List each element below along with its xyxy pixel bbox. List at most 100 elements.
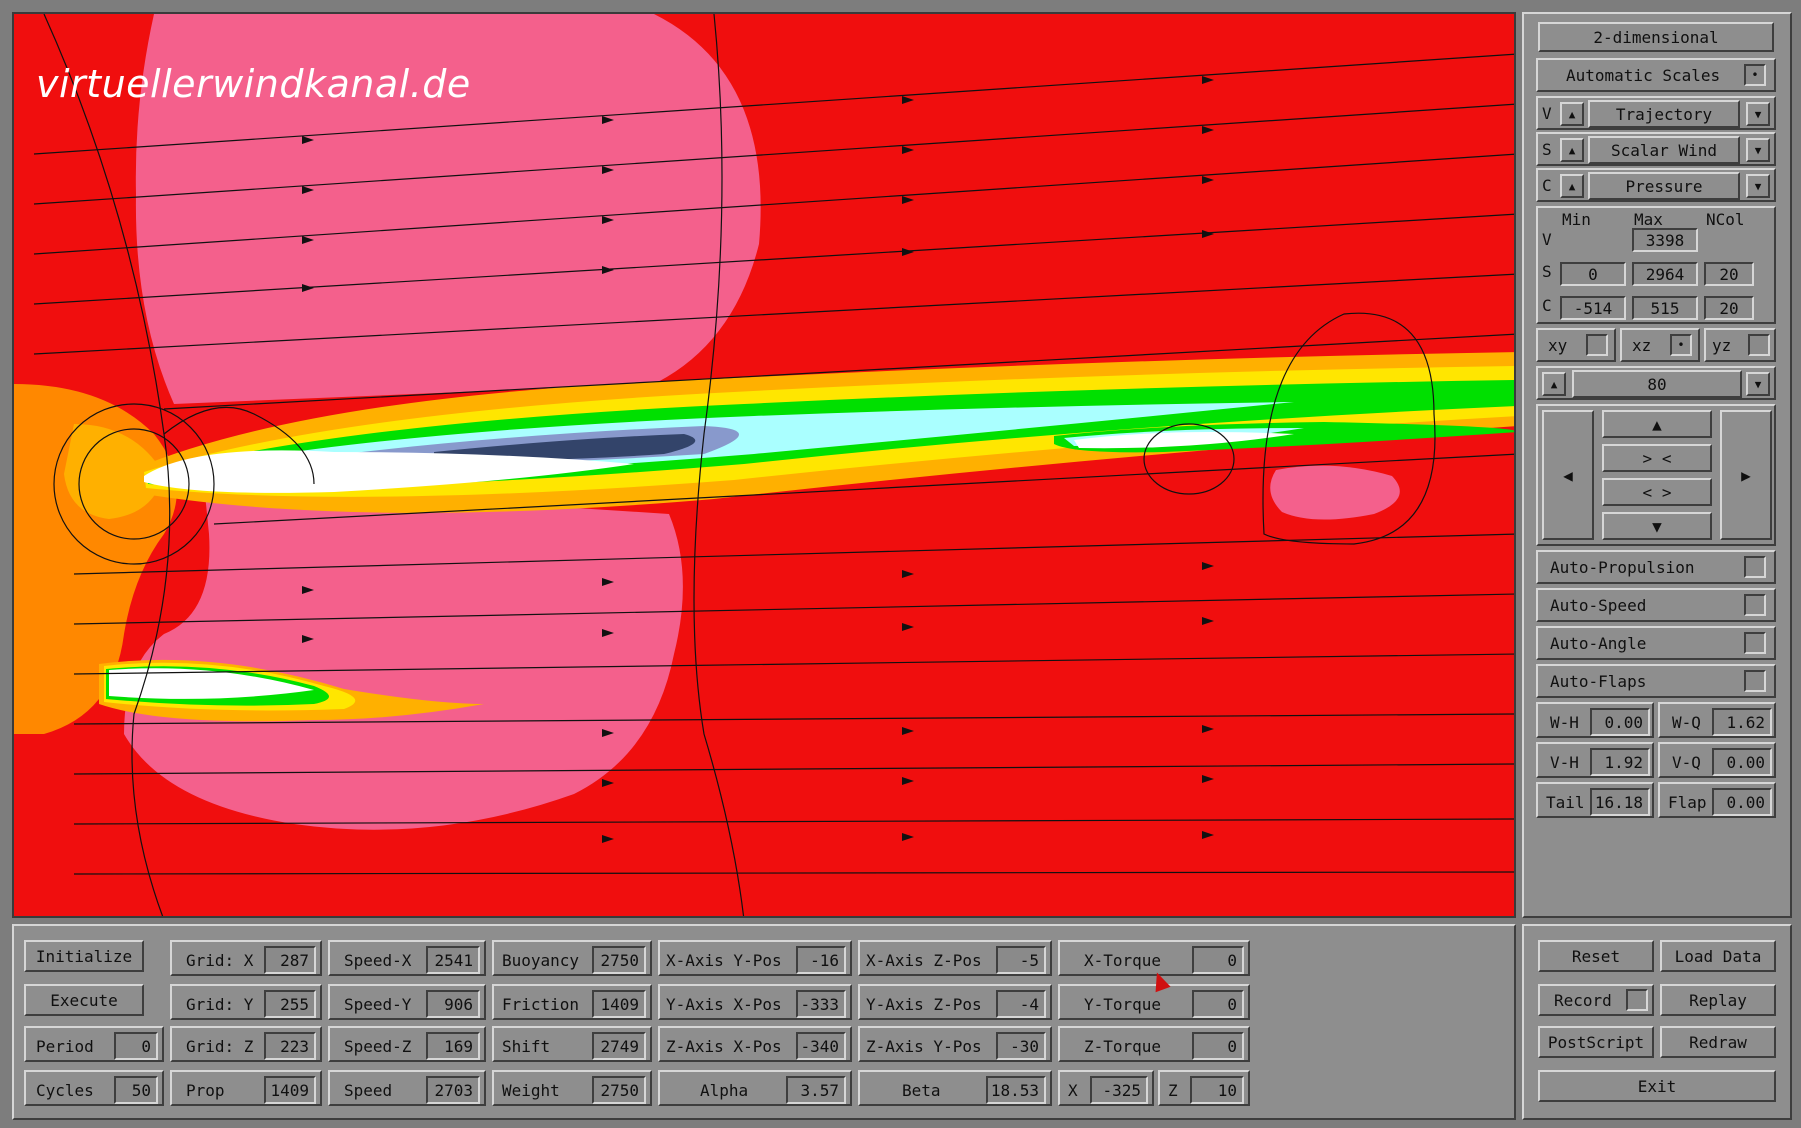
alpha-value[interactable]: 3.57 (786, 1076, 846, 1104)
y-axis-x-pos-value[interactable]: -333 (796, 990, 846, 1018)
period-field: Period 0 (24, 1026, 164, 1062)
prop-value[interactable]: 1409 (264, 1076, 316, 1104)
period-value[interactable]: 0 (114, 1032, 158, 1060)
slice-down-icon[interactable]: ▼ (1746, 372, 1770, 396)
selector-c-dropdown-icon[interactable]: ▼ (1746, 174, 1770, 198)
param-tail-value[interactable]: 16.18 (1590, 788, 1650, 816)
reset-button[interactable]: Reset (1538, 940, 1654, 972)
load-data-button[interactable]: Load Data (1660, 940, 1776, 972)
param-flap-label: Flap (1668, 793, 1707, 812)
slice-value[interactable]: 80 (1572, 370, 1742, 398)
record-toggle[interactable]: Record (1538, 984, 1654, 1016)
view-mode-button[interactable]: 2-dimensional (1538, 22, 1774, 52)
z-torque-value[interactable]: 0 (1192, 1032, 1244, 1060)
beta-value[interactable]: 18.53 (986, 1076, 1046, 1104)
shift-field: Shift 2749 (492, 1026, 652, 1062)
selector-s-up-icon[interactable]: ▲ (1560, 138, 1584, 162)
flow-visualization: virtuellerwindkanal.de (12, 12, 1516, 918)
param-tail-label: Tail (1546, 793, 1585, 812)
speed-value[interactable]: 2703 (426, 1076, 480, 1104)
execute-button[interactable]: Execute (24, 984, 144, 1016)
toggle-auto-angle: Auto-Angle (1536, 626, 1776, 660)
param-v-h-value[interactable]: 1.92 (1590, 748, 1650, 776)
scales-c-ncol[interactable]: 20 (1704, 296, 1754, 320)
scales-v-max[interactable]: 3398 (1632, 228, 1698, 252)
speed-z-value[interactable]: 169 (426, 1032, 480, 1060)
plane-xz-label: xz (1632, 336, 1652, 355)
plane-xy-radio[interactable] (1586, 334, 1608, 356)
selector-s-dropdown-icon[interactable]: ▼ (1746, 138, 1770, 162)
grid-z-value[interactable]: 223 (264, 1032, 316, 1060)
selector-v-dropdown-icon[interactable]: ▼ (1746, 102, 1770, 126)
selector-c-value[interactable]: Pressure (1588, 172, 1740, 200)
selector-v-up-icon[interactable]: ▲ (1560, 102, 1584, 126)
cycles-value[interactable]: 50 (114, 1076, 158, 1104)
toggle-auto-propulsion-checkbox[interactable] (1744, 556, 1766, 578)
param-flap-value[interactable]: 0.00 (1712, 788, 1772, 816)
scales-s-max[interactable]: 2964 (1632, 262, 1698, 286)
param-v-q-value[interactable]: 0.00 (1712, 748, 1772, 776)
y-axis-z-pos-label: Y-Axis Z-Pos (866, 995, 982, 1014)
pan-down-icon[interactable]: ▼ (1602, 512, 1712, 540)
pan-right-icon[interactable]: ▶ (1720, 410, 1772, 540)
z-axis-x-pos-value[interactable]: -340 (796, 1032, 846, 1060)
scales-c-max[interactable]: 515 (1632, 296, 1698, 320)
y-axis-z-pos-value[interactable]: -4 (996, 990, 1046, 1018)
param-w-h-value[interactable]: 0.00 (1590, 708, 1650, 736)
weight-value[interactable]: 2750 (592, 1076, 646, 1104)
x-position-value[interactable]: -325 (1090, 1076, 1148, 1104)
toggle-auto-angle-checkbox[interactable] (1744, 632, 1766, 654)
pan-up-icon[interactable]: ▲ (1602, 410, 1712, 438)
selector-c-up-icon[interactable]: ▲ (1560, 174, 1584, 198)
shift-value[interactable]: 2749 (592, 1032, 646, 1060)
grid-x-value[interactable]: 287 (264, 946, 316, 974)
x-axis-y-pos-value[interactable]: -16 (796, 946, 846, 974)
record-label: Record (1554, 991, 1612, 1010)
initialize-button[interactable]: Initialize (24, 940, 144, 972)
zoom-in-button[interactable]: > < (1602, 444, 1712, 472)
y-torque-label: Y-Torque (1084, 995, 1162, 1014)
auto-scales-checkbox[interactable]: • (1744, 64, 1766, 86)
speed-x-value[interactable]: 2541 (426, 946, 480, 974)
postscript-button[interactable]: PostScript (1538, 1026, 1654, 1058)
y-axis-x-pos-label: Y-Axis X-Pos (666, 995, 782, 1014)
redraw-button[interactable]: Redraw (1660, 1026, 1776, 1058)
replay-button[interactable]: Replay (1660, 984, 1776, 1016)
scales-s-ncol[interactable]: 20 (1704, 262, 1754, 286)
scales-header-max: Max (1634, 210, 1663, 229)
plane-yz-radio[interactable] (1748, 334, 1770, 356)
param-w-q-value[interactable]: 1.62 (1712, 708, 1772, 736)
buoyancy-value[interactable]: 2750 (592, 946, 646, 974)
selector-v-value[interactable]: Trajectory (1588, 100, 1740, 128)
y-torque-value[interactable]: 0 (1192, 990, 1244, 1018)
plane-xz-radio[interactable]: • (1670, 334, 1692, 356)
speed-y-value[interactable]: 906 (426, 990, 480, 1018)
z-torque-label: Z-Torque (1084, 1037, 1162, 1056)
selector-s-value[interactable]: Scalar Wind (1588, 136, 1740, 164)
bottom-control-panel: Initialize Execute Period 0 Cycles 50 Gr… (12, 924, 1516, 1120)
speed-x-field: Speed-X 2541 (328, 940, 486, 976)
x-torque-label: X-Torque (1084, 951, 1162, 970)
exit-button[interactable]: Exit (1538, 1070, 1776, 1102)
x-torque-value[interactable]: 0 (1192, 946, 1244, 974)
record-checkbox[interactable] (1626, 989, 1648, 1011)
friction-value[interactable]: 1409 (592, 990, 646, 1018)
y-axis-z-pos-field: Y-Axis Z-Pos -4 (858, 984, 1052, 1020)
scales-c-min[interactable]: -514 (1560, 296, 1626, 320)
grid-y-value[interactable]: 255 (264, 990, 316, 1018)
grid-x-label: Grid: X (186, 951, 254, 970)
slice-up-icon[interactable]: ▲ (1542, 372, 1566, 396)
x-axis-z-pos-label: X-Axis Z-Pos (866, 951, 982, 970)
toggle-auto-flaps-checkbox[interactable] (1744, 670, 1766, 692)
x-axis-z-pos-value[interactable]: -5 (996, 946, 1046, 974)
scales-header-min: Min (1562, 210, 1591, 229)
param-flap: Flap 0.00 (1658, 782, 1776, 818)
scales-s-min[interactable]: 0 (1560, 262, 1626, 286)
zoom-out-button[interactable]: < > (1602, 478, 1712, 506)
z-position-value[interactable]: 10 (1190, 1076, 1244, 1104)
toggle-auto-speed-checkbox[interactable] (1744, 594, 1766, 616)
z-axis-y-pos-value[interactable]: -30 (996, 1032, 1046, 1060)
plane-yz: yz (1704, 328, 1776, 362)
pan-left-icon[interactable]: ◀ (1542, 410, 1594, 540)
selector-v: V ▲ Trajectory ▼ (1536, 96, 1776, 130)
